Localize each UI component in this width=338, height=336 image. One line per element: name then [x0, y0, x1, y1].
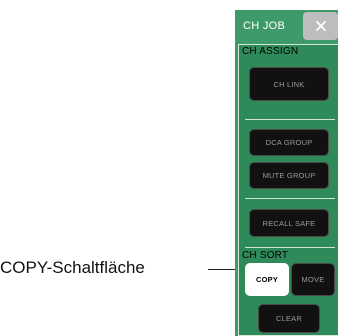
divider — [245, 119, 335, 120]
ch-link-button[interactable]: CH LINK — [249, 67, 329, 101]
mute-group-button[interactable]: MUTE GROUP — [249, 162, 329, 189]
panel-title: CH JOB — [243, 20, 286, 32]
ch-sort-label: CH SORT — [242, 250, 289, 261]
close-button[interactable] — [303, 12, 338, 40]
divider — [245, 247, 335, 248]
copy-button-callout-label: COPY-Schaltfläche — [0, 258, 145, 277]
ch-job-panel: CH JOB CH ASSIGN CH LINK DCA GROUP MUTE … — [235, 10, 338, 336]
panel-body: CH ASSIGN CH LINK DCA GROUP MUTE GROUP R… — [238, 44, 338, 336]
divider — [245, 198, 335, 199]
move-button[interactable]: MOVE — [291, 263, 335, 296]
copy-button[interactable]: COPY — [245, 263, 289, 296]
clear-button[interactable]: CLEAR — [258, 304, 320, 333]
dca-group-button[interactable]: DCA GROUP — [249, 129, 329, 156]
ch-assign-label: CH ASSIGN — [242, 46, 299, 57]
screen: COPY-Schaltfläche CH JOB CH ASSIGN CH LI… — [0, 0, 338, 336]
panel-header: CH JOB — [235, 10, 338, 43]
recall-safe-button[interactable]: RECALL SAFE — [249, 209, 329, 237]
close-icon — [315, 21, 326, 31]
